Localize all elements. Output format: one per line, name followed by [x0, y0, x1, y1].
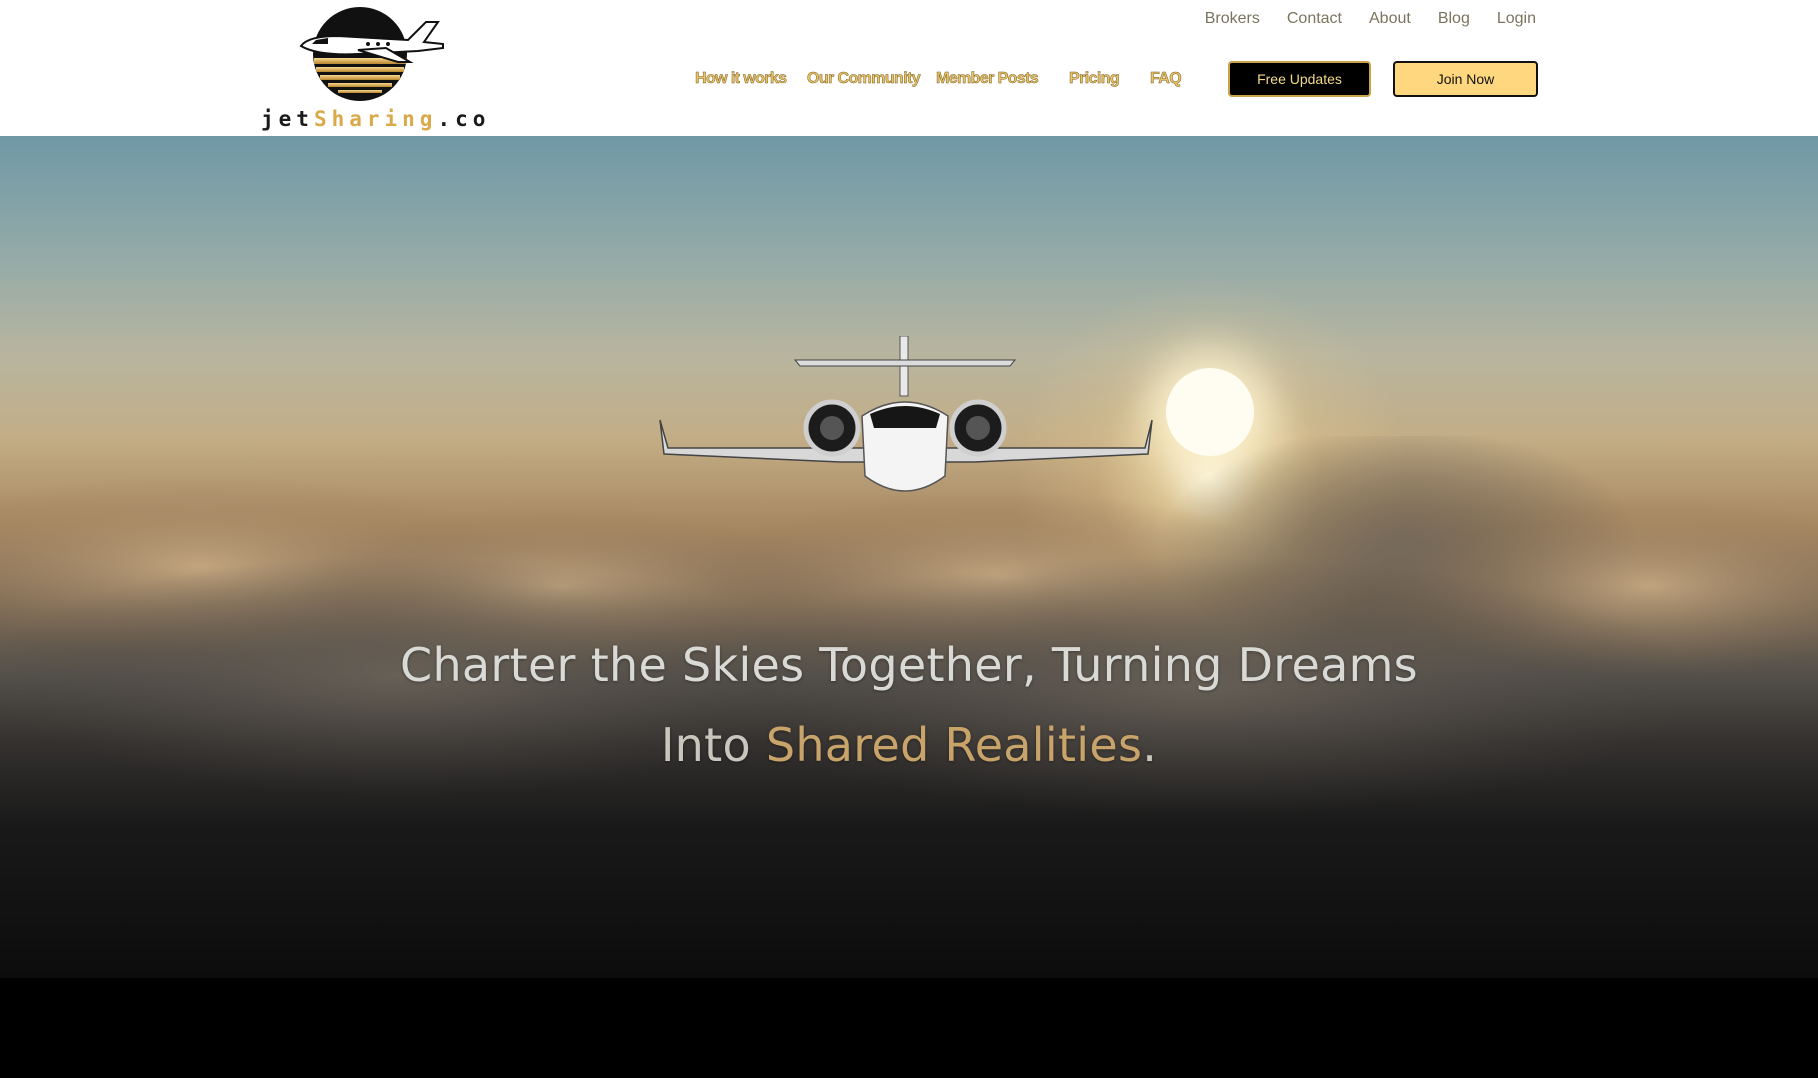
site-logo[interactable]: jetSharing.co [255, 6, 490, 132]
nav-member-posts[interactable]: Member Posts [936, 70, 1039, 88]
nav-pricing[interactable]: Pricing [1069, 70, 1120, 88]
nav-link-about[interactable]: About [1369, 8, 1411, 30]
nav-faq[interactable]: FAQ [1150, 70, 1182, 88]
private-jet-image [659, 336, 1153, 492]
hero-line2-prefix: Into [660, 718, 766, 772]
hero-headline: Charter the Skies Together, Turning Drea… [400, 638, 1418, 692]
utility-nav: Brokers Contact About Blog Login [1205, 8, 1536, 30]
hero-subheadline: Into Shared Realities. [0, 718, 1818, 772]
section-divider [0, 978, 1818, 1078]
site-header: jetSharing.co Brokers Contact About Blog… [0, 0, 1818, 136]
logo-prefix: jet [261, 107, 314, 131]
hero-banner: Charter the Skies Together, Turning Drea… [0, 136, 1818, 978]
logo-suffix: .co [437, 107, 491, 131]
jet-emblem-icon [299, 7, 444, 101]
hero-line2-accent: Shared Realities [765, 718, 1143, 772]
logo-wordmark: jetSharing.co [261, 107, 490, 131]
free-updates-button[interactable]: Free Updates [1228, 61, 1371, 97]
nav-our-community[interactable]: Our Community [807, 70, 921, 88]
nav-link-brokers[interactable]: Brokers [1205, 8, 1260, 30]
nav-link-blog[interactable]: Blog [1438, 8, 1470, 30]
nav-link-contact[interactable]: Contact [1287, 8, 1342, 30]
join-now-button[interactable]: Join Now [1393, 61, 1538, 97]
logo-highlight: Sharing [313, 107, 438, 131]
nav-how-it-works[interactable]: How it works [695, 70, 788, 88]
nav-link-login[interactable]: Login [1497, 8, 1536, 30]
hero-line2-suffix: . [1142, 718, 1158, 772]
